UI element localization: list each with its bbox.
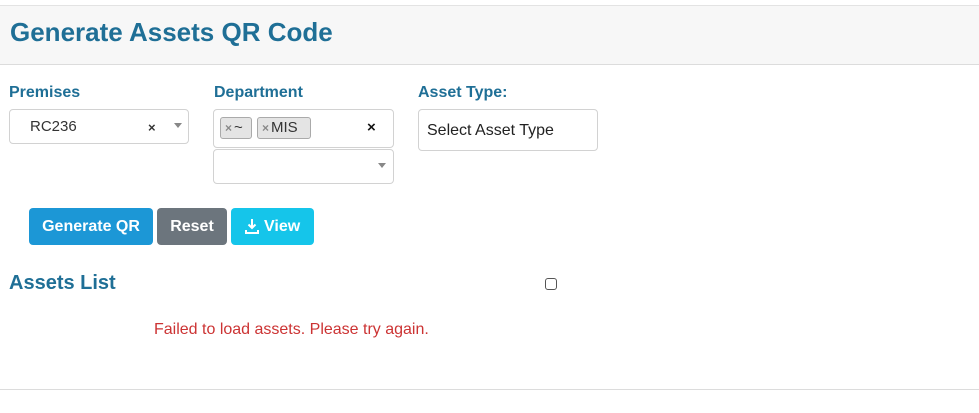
premises-value: RC236: [30, 118, 77, 135]
premises-label: Premises: [9, 84, 81, 101]
view-button-label: View: [264, 218, 301, 235]
chevron-down-icon[interactable]: [174, 123, 182, 128]
assets-list-title: Assets List: [9, 272, 116, 294]
premises-select[interactable]: RC236 ×: [9, 109, 189, 144]
chevron-down-icon[interactable]: [378, 163, 386, 168]
bottom-divider: [0, 389, 979, 390]
tag-label: MIS: [271, 119, 298, 136]
generate-qr-button[interactable]: Generate QR: [29, 208, 153, 245]
page-header: Generate Assets QR Code: [0, 6, 979, 65]
department-clear-icon[interactable]: ×: [367, 119, 376, 136]
tag-remove-icon[interactable]: ×: [262, 121, 269, 135]
department-multiselect[interactable]: × ~ × MIS ×: [213, 109, 394, 148]
asset-type-label: Asset Type:: [418, 84, 508, 101]
view-button[interactable]: View: [231, 208, 314, 245]
reset-button[interactable]: Reset: [157, 208, 227, 245]
select-all-checkbox[interactable]: [545, 278, 557, 290]
download-icon: [245, 219, 259, 234]
asset-type-select[interactable]: Select Asset Type: [418, 109, 598, 151]
premises-clear-icon[interactable]: ×: [148, 120, 156, 135]
tag-label: ~: [234, 119, 243, 136]
error-message: Failed to load assets. Please try again.: [154, 321, 429, 338]
department-dropdown[interactable]: [213, 149, 394, 184]
page-title: Generate Assets QR Code: [10, 17, 333, 47]
tag-remove-icon[interactable]: ×: [225, 121, 232, 135]
department-label: Department: [214, 84, 303, 101]
department-tag: × ~: [220, 117, 252, 139]
department-tag: × MIS: [257, 117, 311, 139]
asset-type-placeholder: Select Asset Type: [427, 122, 554, 139]
